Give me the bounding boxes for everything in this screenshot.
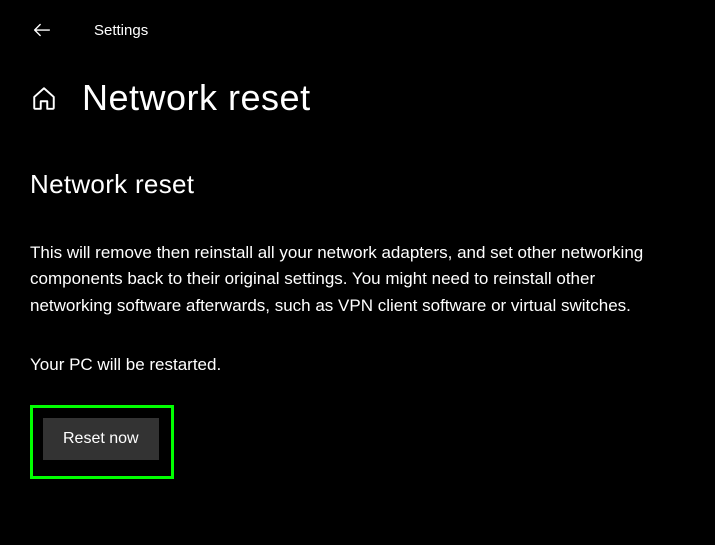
top-bar: Settings xyxy=(0,0,715,52)
home-button[interactable] xyxy=(30,84,58,112)
reset-now-button[interactable]: Reset now xyxy=(43,418,159,460)
back-button[interactable] xyxy=(30,18,54,42)
restart-note: Your PC will be restarted. xyxy=(30,355,685,375)
heading-row: Network reset xyxy=(30,77,685,119)
description-text: This will remove then reinstall all your… xyxy=(30,240,670,319)
main-content: Network reset Network reset This will re… xyxy=(0,52,715,509)
page-title: Network reset xyxy=(82,77,311,119)
section-heading: Network reset xyxy=(30,169,685,200)
highlight-annotation: Reset now xyxy=(30,405,174,479)
app-title: Settings xyxy=(94,22,148,39)
home-icon xyxy=(31,85,57,111)
arrow-left-icon xyxy=(31,19,53,41)
